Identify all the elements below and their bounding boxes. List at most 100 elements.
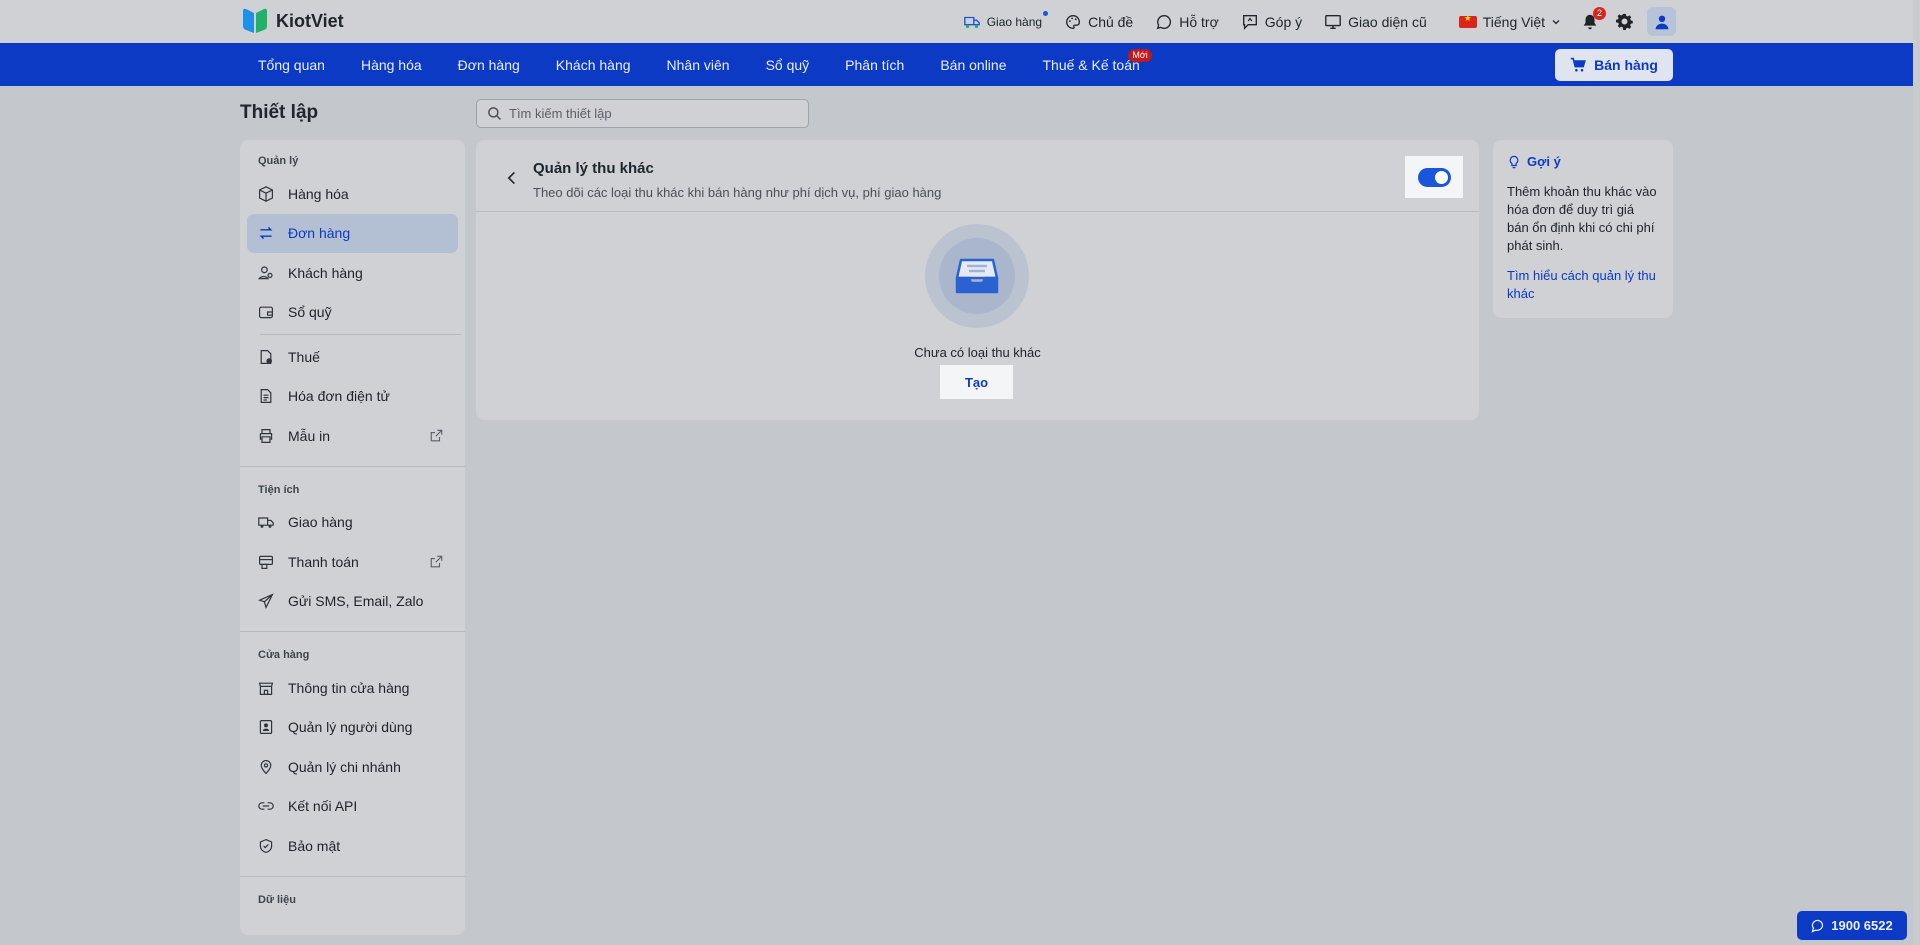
sidebar-item-label: Mẫu in bbox=[288, 427, 331, 444]
sidebar-divider bbox=[260, 334, 461, 335]
settings-button[interactable] bbox=[1613, 11, 1635, 33]
nav-hang-hoa[interactable]: Hàng hóa bbox=[343, 43, 440, 86]
gear-icon bbox=[1615, 13, 1633, 30]
card-subtitle: Theo dõi các loại thu khác khi bán hàng … bbox=[533, 185, 942, 200]
hotline-button[interactable]: 1900 6522 bbox=[1797, 911, 1907, 940]
hotline-number: 1900 6522 bbox=[1831, 918, 1893, 933]
sidebar-item-quan-ly-nguoi-dung[interactable]: Quản lý người dùng bbox=[247, 708, 458, 748]
nav-nhan-vien[interactable]: Nhân viên bbox=[649, 43, 748, 86]
sidebar-item-hoa-don-dien-tu[interactable]: Hóa đơn điện tử bbox=[247, 377, 458, 417]
monitor-icon bbox=[1325, 14, 1341, 29]
language-select[interactable]: Tiếng Việt bbox=[1458, 13, 1561, 30]
vietnam-flag-icon bbox=[1458, 13, 1477, 28]
back-arrow-icon[interactable] bbox=[504, 170, 520, 186]
support-label: Hỗ trợ bbox=[1179, 13, 1219, 30]
enable-toggle[interactable] bbox=[1405, 156, 1463, 198]
support-button[interactable]: Hỗ trợ bbox=[1155, 13, 1219, 31]
kiotviet-logo[interactable]: KiotViet bbox=[240, 6, 344, 36]
customer-icon bbox=[258, 266, 273, 279]
payment-icon bbox=[259, 555, 273, 569]
chat-icon bbox=[1811, 919, 1824, 933]
nav-khach-hang[interactable]: Khách hàng bbox=[538, 43, 649, 86]
sidebar-item-label: Kết nối API bbox=[288, 798, 358, 815]
kiotviet-logo-icon bbox=[240, 6, 270, 36]
sidebar-item-label: Thông tin cửa hàng bbox=[288, 679, 410, 696]
sidebar-item-label: Bảo mật bbox=[288, 837, 341, 854]
settings-sidebar: Quản lý Hàng hóa Đơn hàng Khách hàng Sổ … bbox=[240, 140, 465, 935]
empty-state-text: Chưa có loại thu khác bbox=[914, 345, 1041, 360]
page-title: Thiết lập bbox=[240, 102, 319, 123]
send-icon bbox=[258, 593, 274, 610]
theme-label: Chủ đề bbox=[1088, 13, 1134, 30]
sidebar-item-gui-sms[interactable]: Gửi SMS, Email, Zalo bbox=[247, 582, 458, 622]
sidebar-item-label: Quản lý chi nhánh bbox=[288, 758, 401, 775]
sidebar-item-thue[interactable]: Thuế bbox=[247, 337, 458, 377]
sidebar-item-label: Quản lý người dùng bbox=[288, 719, 413, 736]
sidebar-section-divider bbox=[240, 631, 465, 632]
sidebar-item-hang-hoa[interactable]: Hàng hóa bbox=[247, 174, 458, 214]
old-ui-label: Giao diện cũ bbox=[1348, 13, 1427, 30]
inbox-tray-icon bbox=[955, 258, 999, 294]
nav-phan-tich[interactable]: Phân tích bbox=[827, 43, 922, 86]
top-bar: KiotViet Giao hàng Chủ đề Hỗ trợ Góp ý G… bbox=[0, 0, 1920, 43]
external-link-icon bbox=[430, 429, 443, 442]
hint-learn-more-link[interactable]: Tìm hiểu cách quản lý thu khác bbox=[1507, 267, 1659, 303]
external-link-icon bbox=[430, 555, 443, 568]
language-label: Tiếng Việt bbox=[1482, 13, 1545, 30]
delivery-label: Giao hàng bbox=[986, 14, 1043, 29]
sidebar-item-thong-tin-cua-hang[interactable]: Thông tin cửa hàng bbox=[247, 668, 458, 708]
hint-body: Thêm khoản thu khác vào hóa đơn để duy t… bbox=[1507, 184, 1657, 253]
sidebar-item-don-hang[interactable]: Đơn hàng bbox=[247, 213, 458, 253]
cart-icon bbox=[1570, 57, 1586, 72]
sell-button[interactable]: Bán hàng bbox=[1555, 49, 1673, 81]
nav-tong-quan[interactable]: Tổng quan bbox=[240, 43, 343, 86]
sidebar-item-so-quy[interactable]: Sổ quỹ bbox=[247, 293, 458, 333]
section-title-tien-ich: Tiện ích bbox=[258, 483, 300, 496]
tax-document-icon bbox=[260, 349, 272, 364]
notification-button[interactable]: 2 bbox=[1579, 6, 1606, 33]
sidebar-item-label: Giao hàng bbox=[288, 514, 353, 531]
sidebar-item-khach-hang[interactable]: Khách hàng bbox=[247, 253, 458, 293]
sidebar-item-giao-hang[interactable]: Giao hàng bbox=[247, 503, 458, 543]
user-avatar[interactable] bbox=[1647, 7, 1676, 36]
sidebar-item-label: Sổ quỹ bbox=[288, 304, 332, 321]
sidebar-item-bao-mat[interactable]: Bảo mật bbox=[247, 826, 458, 866]
settings-search[interactable] bbox=[476, 99, 809, 128]
nav-so-quy[interactable]: Sổ quỹ bbox=[748, 43, 828, 86]
section-title-cua-hang: Cửa hàng bbox=[258, 649, 310, 661]
hint-title: Gợi ý bbox=[1527, 154, 1561, 169]
nav-ban-online[interactable]: Bán online bbox=[922, 43, 1024, 86]
link-icon bbox=[258, 802, 274, 811]
swap-arrows-icon bbox=[259, 227, 273, 240]
chat-bubble-icon bbox=[1156, 14, 1172, 29]
search-input[interactable] bbox=[509, 106, 799, 121]
palette-icon bbox=[1066, 14, 1081, 29]
sidebar-item-label: Hàng hóa bbox=[288, 185, 349, 202]
wallet-icon bbox=[259, 306, 273, 319]
chevron-down-icon bbox=[1552, 19, 1560, 24]
card-title: Quản lý thu khác bbox=[533, 160, 654, 177]
nav-don-hang[interactable]: Đơn hàng bbox=[440, 43, 538, 86]
sell-button-label: Bán hàng bbox=[1594, 57, 1658, 73]
sidebar-item-quan-ly-chi-nhanh[interactable]: Quản lý chi nhánh bbox=[247, 747, 458, 787]
brand-name: KiotViet bbox=[276, 10, 344, 31]
search-icon bbox=[488, 107, 502, 121]
sidebar-item-label: Khách hàng bbox=[288, 264, 363, 281]
old-ui-button[interactable]: Giao diện cũ bbox=[1324, 13, 1427, 31]
scrollbar-track[interactable] bbox=[1913, 0, 1920, 945]
hint-card: Gợi ý Thêm khoản thu khác vào hóa đơn để… bbox=[1493, 140, 1673, 318]
user-badge-icon bbox=[259, 720, 273, 735]
store-icon bbox=[258, 682, 274, 695]
create-button[interactable]: Tạo bbox=[940, 365, 1013, 399]
sidebar-item-thanh-toan[interactable]: Thanh toán bbox=[247, 542, 458, 582]
sidebar-item-ket-noi-api[interactable]: Kết nối API bbox=[247, 787, 458, 827]
sidebar-item-mau-in[interactable]: Mẫu in bbox=[247, 416, 458, 456]
feedback-button[interactable]: Góp ý bbox=[1241, 13, 1302, 31]
theme-button[interactable]: Chủ đề bbox=[1064, 13, 1133, 31]
nav-thue-ke-toan[interactable]: Thuế & Kế toán Mới bbox=[1025, 43, 1158, 86]
sidebar-item-label: Thanh toán bbox=[288, 553, 359, 570]
sidebar-item-label: Thuế bbox=[288, 348, 320, 365]
delivery-button[interactable]: Giao hàng bbox=[963, 10, 1049, 31]
truck-icon bbox=[258, 517, 274, 529]
delivery-dot bbox=[1043, 10, 1049, 16]
